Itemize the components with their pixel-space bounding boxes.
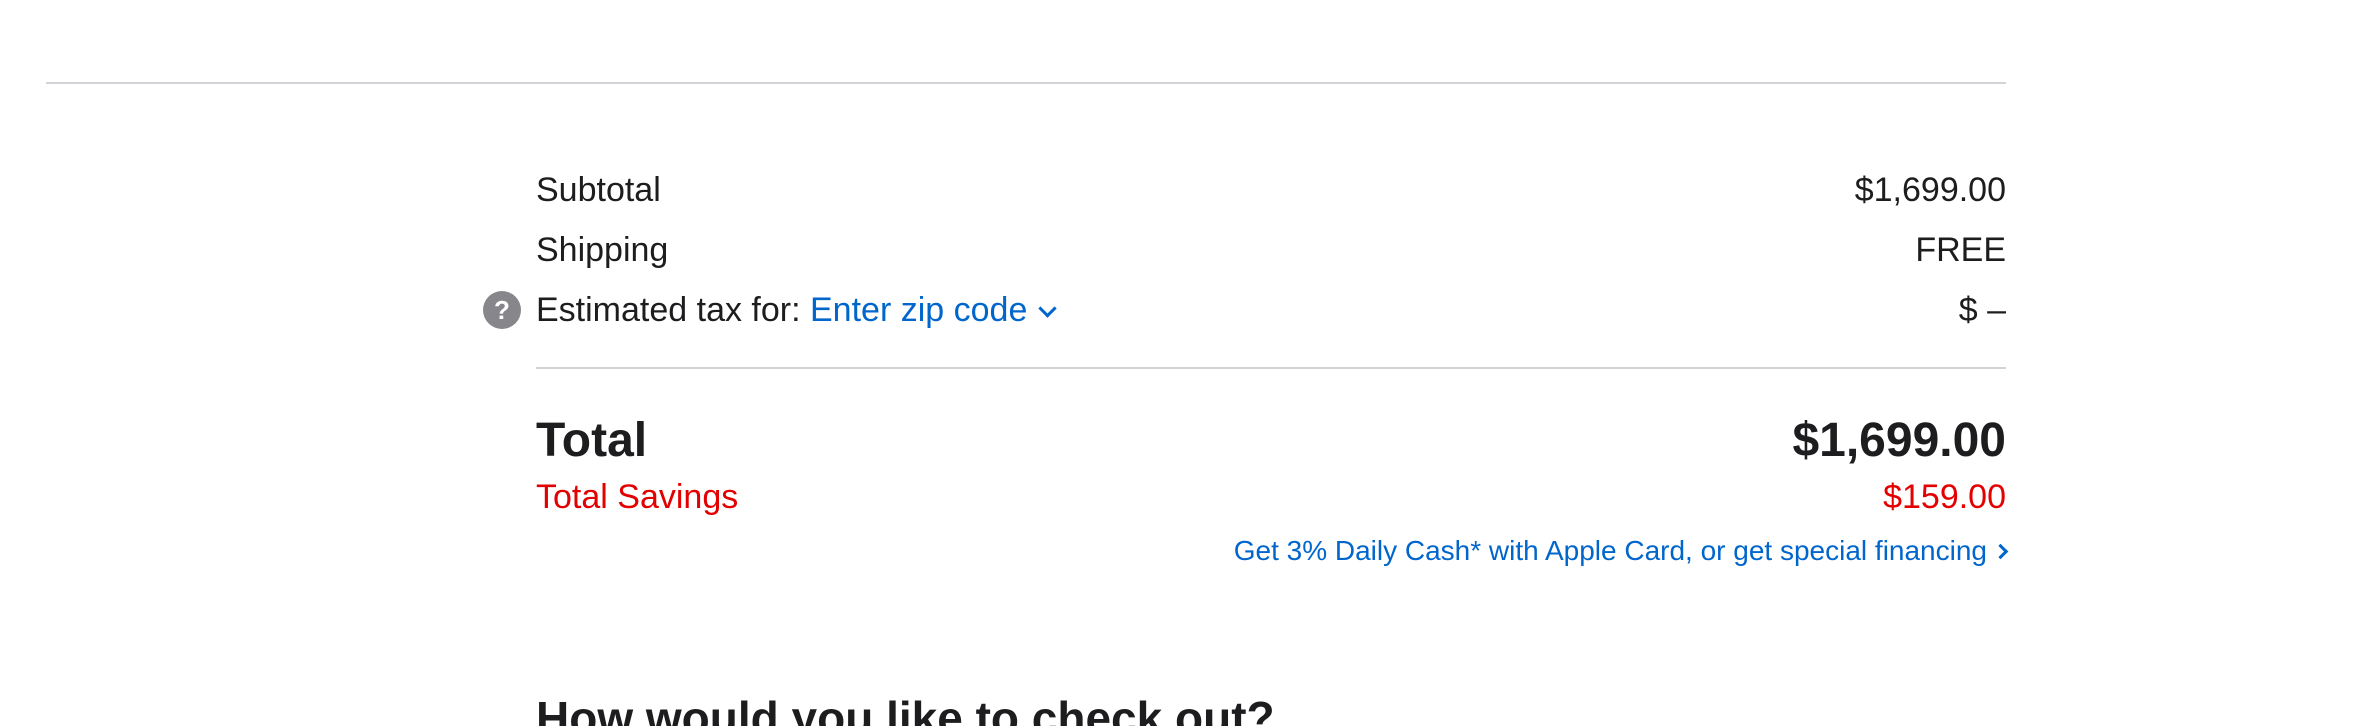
checkout-heading: How would you like to check out?	[536, 692, 1275, 726]
shipping-label: Shipping	[536, 231, 669, 269]
summary-divider	[536, 367, 2006, 369]
total-label: Total	[536, 414, 648, 467]
shipping-row: Shipping FREE	[536, 220, 2006, 280]
chevron-right-icon	[1992, 543, 2009, 560]
enter-zip-link[interactable]: Enter zip code	[810, 291, 1058, 329]
shipping-value: FREE	[1915, 231, 2006, 269]
subtotal-value: $1,699.00	[1854, 171, 2006, 209]
financing-row: Get 3% Daily Cash* with Apple Card, or g…	[536, 521, 2009, 581]
tax-row: ? Estimated tax for: Enter zip code $ –	[483, 280, 2006, 340]
total-value: $1,699.00	[1792, 414, 2006, 467]
savings-row: Total Savings $159.00	[536, 473, 2006, 521]
order-summary: Subtotal $1,699.00 Shipping FREE ? Estim…	[483, 160, 2009, 581]
tax-label: Estimated tax for:	[536, 291, 801, 329]
savings-value: $159.00	[1883, 478, 2006, 516]
subtotal-label: Subtotal	[536, 171, 661, 209]
subtotal-row: Subtotal $1,699.00	[536, 160, 2006, 220]
tax-label-group: Estimated tax for: Enter zip code	[536, 280, 1058, 340]
bag-summary-page: Subtotal $1,699.00 Shipping FREE ? Estim…	[0, 0, 2358, 726]
total-row: Total $1,699.00	[536, 409, 2006, 473]
financing-link-label: Get 3% Daily Cash* with Apple Card, or g…	[1233, 535, 1987, 566]
financing-link[interactable]: Get 3% Daily Cash* with Apple Card, or g…	[1233, 521, 2009, 581]
enter-zip-link-label: Enter zip code	[810, 291, 1028, 329]
question-circle-icon[interactable]: ?	[483, 291, 521, 329]
savings-label: Total Savings	[536, 478, 739, 516]
chevron-down-icon	[1038, 299, 1058, 318]
top-divider	[46, 82, 2006, 84]
tax-value: $ –	[1958, 291, 2006, 329]
